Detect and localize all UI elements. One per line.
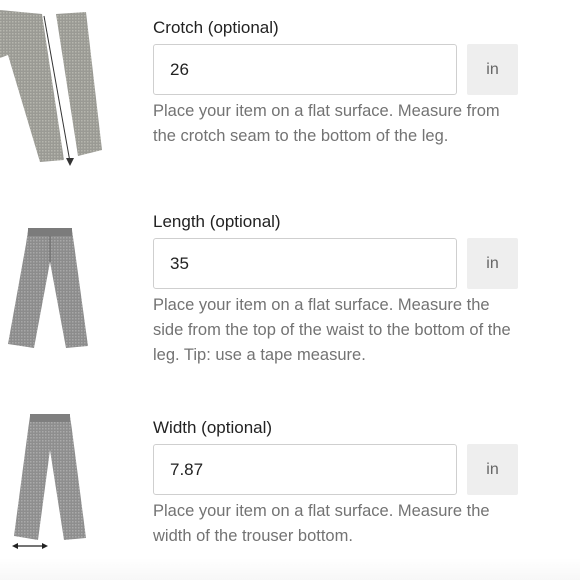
crotch-input[interactable]: 26 — [153, 44, 457, 95]
trousers-crotch-measure-icon — [0, 0, 115, 180]
trousers-length-icon — [0, 222, 115, 354]
width-unit-button[interactable]: in — [467, 444, 518, 495]
trousers-width-measure-icon — [0, 410, 115, 555]
length-input[interactable]: 35 — [153, 238, 457, 289]
crotch-field-group: Crotch (optional) 26 in Place your item … — [153, 18, 533, 178]
crotch-help-text: Place your item on a flat surface. Measu… — [153, 102, 500, 145]
length-help-text: Place your item on a flat surface. Measu… — [153, 296, 511, 364]
width-label: Width (optional) — [153, 418, 273, 437]
width-field-group: Width (optional) 7.87 in Place your item… — [153, 418, 533, 558]
length-label: Length (optional) — [153, 212, 281, 231]
crotch-unit-button[interactable]: in — [467, 44, 518, 95]
bottom-divider — [0, 558, 580, 580]
width-help-text: Place your item on a flat surface. Measu… — [153, 502, 490, 545]
width-input[interactable]: 7.87 — [153, 444, 457, 495]
crotch-label: Crotch (optional) — [153, 18, 279, 37]
measurement-form: Crotch (optional) 26 in Place your item … — [0, 0, 580, 580]
length-unit-button[interactable]: in — [467, 238, 518, 289]
length-field-group: Length (optional) 35 in Place your item … — [153, 212, 533, 372]
